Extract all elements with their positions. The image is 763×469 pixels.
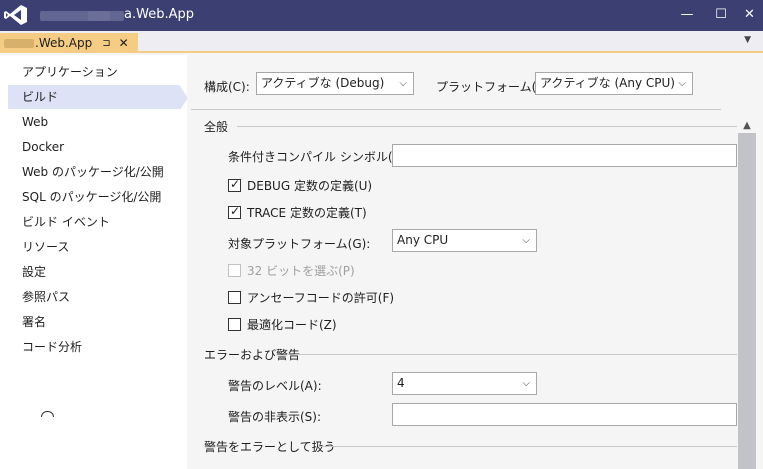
divider: [191, 109, 721, 110]
sidebar-item-sql-package[interactable]: SQL のパッケージ化/公開: [8, 185, 180, 209]
section-divider: [294, 354, 737, 355]
sidebar-item-signing[interactable]: 署名: [8, 310, 180, 334]
sidebar-item-code-analysis[interactable]: コード分析: [8, 335, 180, 359]
checkbox-box: ✓: [228, 177, 241, 192]
maximize-icon: ☐: [715, 6, 727, 22]
allow-unsafe-label: アンセーフコードの許可(F): [247, 291, 395, 305]
debug-constant-label: DEBUG 定数の定義(U): [247, 179, 373, 193]
section-divider: [318, 446, 737, 447]
suppress-warnings-input[interactable]: [392, 403, 737, 426]
check-icon: ✓: [230, 204, 241, 218]
chevron-down-icon: ⌵: [678, 78, 686, 89]
sidebar-item-resources[interactable]: リソース: [8, 235, 180, 259]
check-icon: ✓: [230, 177, 241, 191]
close-icon: ✕: [744, 6, 755, 22]
chevron-down-icon: ⌵: [522, 235, 530, 246]
checkbox-box: [228, 264, 241, 277]
minimize-button[interactable]: —: [670, 0, 704, 28]
platform-value: アクティブな (Any CPU): [540, 76, 675, 90]
trace-constant-label: TRACE 定数の定義(T): [247, 206, 367, 220]
allow-unsafe-checkbox[interactable]: アンセーフコードの許可(F): [228, 289, 394, 306]
tab-close-icon[interactable]: ✕: [119, 36, 129, 50]
platform-select[interactable]: アクティブな (Any CPU) ⌵: [535, 72, 693, 95]
window-title: a.Web.App: [124, 7, 194, 22]
configuration-value: アクティブな (Debug): [261, 76, 385, 90]
close-window-button[interactable]: ✕: [736, 0, 763, 28]
sidebar-item-reference-paths[interactable]: 参照パス: [8, 285, 180, 309]
tab-label: .Web.App: [35, 36, 93, 50]
redacted-title-part: [88, 11, 124, 21]
optimize-code-checkbox[interactable]: 最適化コード(Z): [228, 316, 337, 333]
configuration-label: 構成(C):: [204, 80, 250, 94]
optimize-code-label: 最適化コード(Z): [247, 318, 337, 332]
sidebar-item-build[interactable]: ビルド: [8, 85, 180, 109]
trace-constant-checkbox[interactable]: ✓ TRACE 定数の定義(T): [228, 204, 367, 221]
visual-studio-logo-icon: [4, 5, 27, 25]
warning-level-select[interactable]: 4 ⌵: [392, 372, 537, 395]
sidebar-item-build-events[interactable]: ビルド イベント: [8, 210, 180, 234]
conditional-symbols-input[interactable]: [392, 144, 737, 167]
sidebar-item-settings[interactable]: 設定: [8, 260, 180, 284]
warning-level-label: 警告のレベル(A):: [228, 379, 322, 393]
checkbox-box: ✓: [228, 204, 241, 219]
title-bar: a.Web.App — ☐ ✕: [0, 0, 763, 31]
prefer-32bit-label: 32 ビットを選ぶ(P): [247, 264, 355, 278]
build-properties-panel: 構成(C): アクティブな (Debug) ⌵ プラットフォーム(M): アクテ…: [187, 55, 763, 469]
section-title-errors-warnings: エラーおよび警告: [204, 348, 301, 362]
vertical-scrollbar[interactable]: ▲: [738, 119, 756, 469]
warning-level-value: 4: [397, 376, 405, 390]
checkbox-box: [228, 318, 241, 331]
redacted-tab-part: [4, 38, 34, 48]
platform-target-select[interactable]: Any CPU ⌵: [392, 229, 537, 252]
section-title-treat-warnings-as-errors: 警告をエラーとして扱う: [204, 440, 336, 454]
suppress-warnings-label: 警告の非表示(S):: [228, 410, 322, 424]
scroll-up-icon[interactable]: ▲: [738, 119, 756, 133]
configuration-select[interactable]: アクティブな (Debug) ⌵: [256, 72, 414, 95]
sidebar-item-web[interactable]: Web: [8, 110, 180, 134]
sidebar-item-application[interactable]: アプリケーション: [8, 60, 180, 84]
document-tab-strip: .Web.App ⊐ ✕ ▼: [0, 31, 763, 53]
debug-constant-checkbox[interactable]: ✓ DEBUG 定数の定義(U): [228, 177, 372, 194]
property-sidebar: アプリケーション ビルド Web Docker Web のパッケージ化/公開 S…: [0, 55, 187, 469]
chevron-down-icon: ⌵: [522, 378, 530, 389]
tab-dropdown-icon[interactable]: ▼: [744, 35, 751, 45]
sidebar-item-web-package[interactable]: Web のパッケージ化/公開: [8, 160, 180, 184]
chevron-down-icon: ⌵: [399, 78, 407, 89]
minimize-icon: —: [680, 6, 694, 22]
pin-icon[interactable]: ⊐: [102, 38, 110, 49]
radio-button-partial[interactable]: [41, 411, 54, 417]
checkbox-box: [228, 291, 241, 304]
section-divider: [237, 126, 737, 127]
tab-project-properties[interactable]: .Web.App ⊐ ✕: [0, 33, 138, 53]
section-title-general: 全般: [204, 120, 229, 134]
sidebar-item-docker[interactable]: Docker: [8, 135, 180, 159]
scrollbar-thumb[interactable]: [738, 133, 756, 469]
maximize-button[interactable]: ☐: [704, 0, 738, 28]
prefer-32bit-checkbox[interactable]: 32 ビットを選ぶ(P): [228, 262, 355, 279]
conditional-symbols-label: 条件付きコンパイル シンボル(Y):: [228, 150, 409, 164]
platform-target-value: Any CPU: [397, 233, 449, 247]
platform-target-label: 対象プラットフォーム(G):: [228, 237, 371, 251]
